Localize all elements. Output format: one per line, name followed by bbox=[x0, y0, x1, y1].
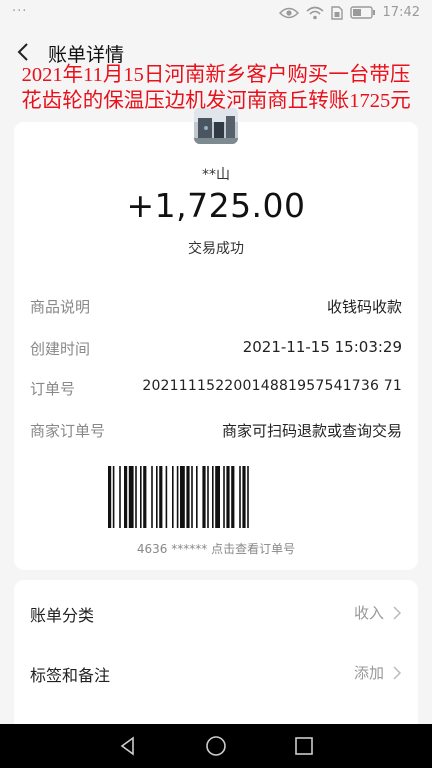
wifi-icon bbox=[306, 6, 324, 19]
options-card: 账单分类 收入 标签和备注 添加 bbox=[14, 580, 418, 740]
detail-value: 收钱码收款 bbox=[326, 298, 402, 316]
payee-name: **山 bbox=[202, 167, 230, 183]
barcode-caption[interactable]: 4636 ****** 点击查看订单号 bbox=[14, 540, 418, 557]
option-label: 账单分类 bbox=[30, 606, 95, 625]
chevron-right-icon bbox=[393, 665, 402, 680]
nav-home-button[interactable] bbox=[204, 734, 228, 758]
detail-row-merchant-order: 商家订单号 商家可扫码退款或查询交易 bbox=[30, 420, 402, 444]
option-label: 标签和备注 bbox=[30, 666, 111, 685]
detail-value: 商家可扫码退款或查询交易 bbox=[221, 422, 402, 440]
notification-dots: ··· bbox=[12, 4, 28, 19]
back-triangle-icon bbox=[120, 736, 134, 756]
overlay-caption-line-1: 2021年11月15日河南新乡客户购买一台带压 bbox=[21, 64, 411, 86]
bill-category-row[interactable]: 账单分类 收入 bbox=[30, 600, 402, 626]
detail-value: 2021-11-15 15:03:29 bbox=[242, 338, 402, 356]
detail-label: 订单号 bbox=[30, 380, 76, 398]
transaction-status: 交易成功 bbox=[188, 241, 244, 257]
battery-icon bbox=[349, 6, 375, 19]
nav-recent-button[interactable] bbox=[292, 734, 316, 758]
detail-label: 创建时间 bbox=[30, 340, 91, 358]
recent-square-icon bbox=[295, 737, 313, 755]
detail-label: 商品说明 bbox=[30, 298, 91, 316]
status-icons: 17:42 bbox=[278, 5, 420, 20]
detail-value[interactable]: 20211115220014881957541736 71 bbox=[142, 378, 402, 394]
option-value: 收入 bbox=[353, 604, 384, 622]
detail-row-order-number[interactable]: 订单号 20211115220014881957541736 71 bbox=[30, 378, 402, 402]
status-bar: ··· 17:42 bbox=[0, 0, 432, 28]
nav-back-button[interactable] bbox=[116, 734, 140, 758]
order-barcode[interactable] bbox=[108, 466, 324, 528]
eye-comfort-icon bbox=[278, 7, 299, 18]
sim-card-icon bbox=[330, 5, 343, 20]
chevron-right-icon bbox=[393, 605, 402, 620]
detail-label: 商家订单号 bbox=[30, 422, 106, 440]
detail-row-created: 创建时间 2021-11-15 15:03:29 bbox=[30, 338, 402, 362]
overlay-caption-line-2: 花齿轮的保温压边机发河南商丘转账1725元 bbox=[21, 90, 411, 112]
transaction-amount: +1,725.00 bbox=[126, 186, 306, 225]
home-circle-icon bbox=[206, 736, 226, 756]
system-nav-bar bbox=[0, 724, 432, 768]
option-value: 添加 bbox=[353, 664, 384, 682]
tags-notes-row[interactable]: 标签和备注 添加 bbox=[30, 660, 402, 686]
detail-row-product: 商品说明 收钱码收款 bbox=[30, 296, 402, 320]
clock: 17:42 bbox=[382, 5, 420, 20]
overlay-caption: 2021年11月15日河南新乡客户购买一台带压 花齿轮的保温压边机发河南商丘转账… bbox=[0, 62, 432, 114]
transaction-card: **山 +1,725.00 交易成功 商品说明 收钱码收款 创建时间 2021-… bbox=[14, 108, 418, 570]
